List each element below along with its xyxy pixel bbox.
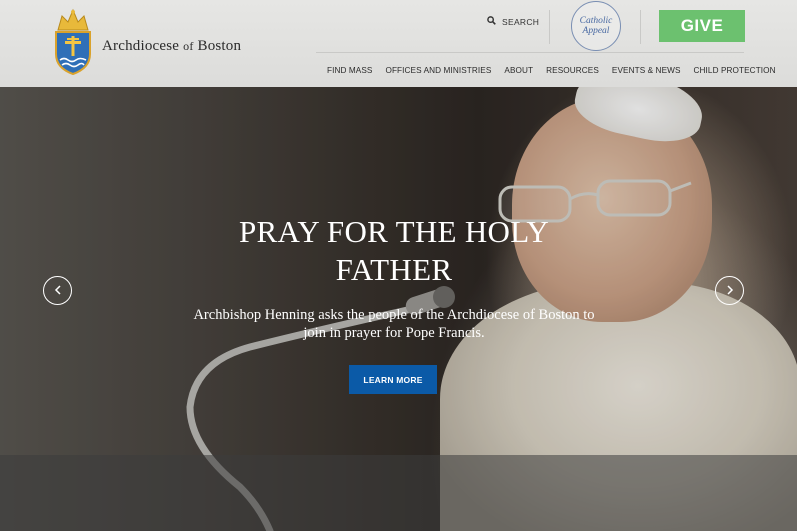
nav-find-mass[interactable]: FIND MASS [327, 66, 372, 75]
site-header: Archdiocese of Boston SEARCH Catholic Ap… [0, 0, 797, 87]
catholic-appeal-link[interactable]: Catholic Appeal [571, 1, 621, 51]
nav-about[interactable]: ABOUT [504, 66, 533, 75]
appeal-line-1: Catholic [579, 16, 613, 26]
chevron-left-icon [54, 282, 62, 300]
hero-subtitle-line-1: Archbishop Henning asks the people of th… [193, 307, 595, 323]
hero-slider: PRAY FOR THE HOLY FATHER Archbishop Henn… [0, 87, 797, 531]
page: Archdiocese of Boston SEARCH Catholic Ap… [0, 0, 797, 531]
logo-text-end: Boston [197, 37, 242, 54]
hero-title-line-2: FATHER [335, 252, 453, 287]
logo-text: Archdiocese of Boston [102, 38, 241, 55]
main-nav: FIND MASS OFFICES AND MINISTRIES ABOUT R… [327, 66, 776, 75]
nav-child-protection[interactable]: CHILD PROTECTION [694, 66, 776, 75]
appeal-line-2: Appeal [582, 26, 610, 36]
logo-text-of: of [183, 38, 194, 53]
header-rule [316, 52, 744, 53]
nav-offices-and-ministries[interactable]: OFFICES AND MINISTRIES [385, 66, 491, 75]
header-divider [640, 10, 641, 44]
search-button[interactable]: SEARCH [487, 16, 539, 27]
logo-text-main: Archdiocese [102, 37, 180, 54]
hero-title: PRAY FOR THE HOLY FATHER [200, 213, 588, 289]
hero-title-line-1: PRAY FOR THE HOLY [238, 214, 550, 249]
header-divider [549, 10, 550, 44]
chevron-right-icon [726, 282, 734, 300]
site-logo[interactable]: Archdiocese of Boston [50, 8, 241, 76]
search-icon [487, 16, 496, 27]
nav-resources[interactable]: RESOURCES [546, 66, 599, 75]
hero-bottom-band [0, 455, 797, 531]
nav-events-and-news[interactable]: EVENTS & NEWS [612, 66, 681, 75]
give-button[interactable]: GIVE [659, 10, 745, 42]
search-label: SEARCH [502, 16, 540, 27]
hero-subtitle-line-2: join in prayer for Pope Francis. [303, 325, 485, 341]
slider-prev-button[interactable] [43, 276, 72, 305]
learn-more-button[interactable]: LEARN MORE [349, 365, 437, 394]
hero-subtitle: Archbishop Henning asks the people of th… [180, 306, 608, 342]
crest-icon [50, 8, 96, 76]
slider-next-button[interactable] [715, 276, 744, 305]
